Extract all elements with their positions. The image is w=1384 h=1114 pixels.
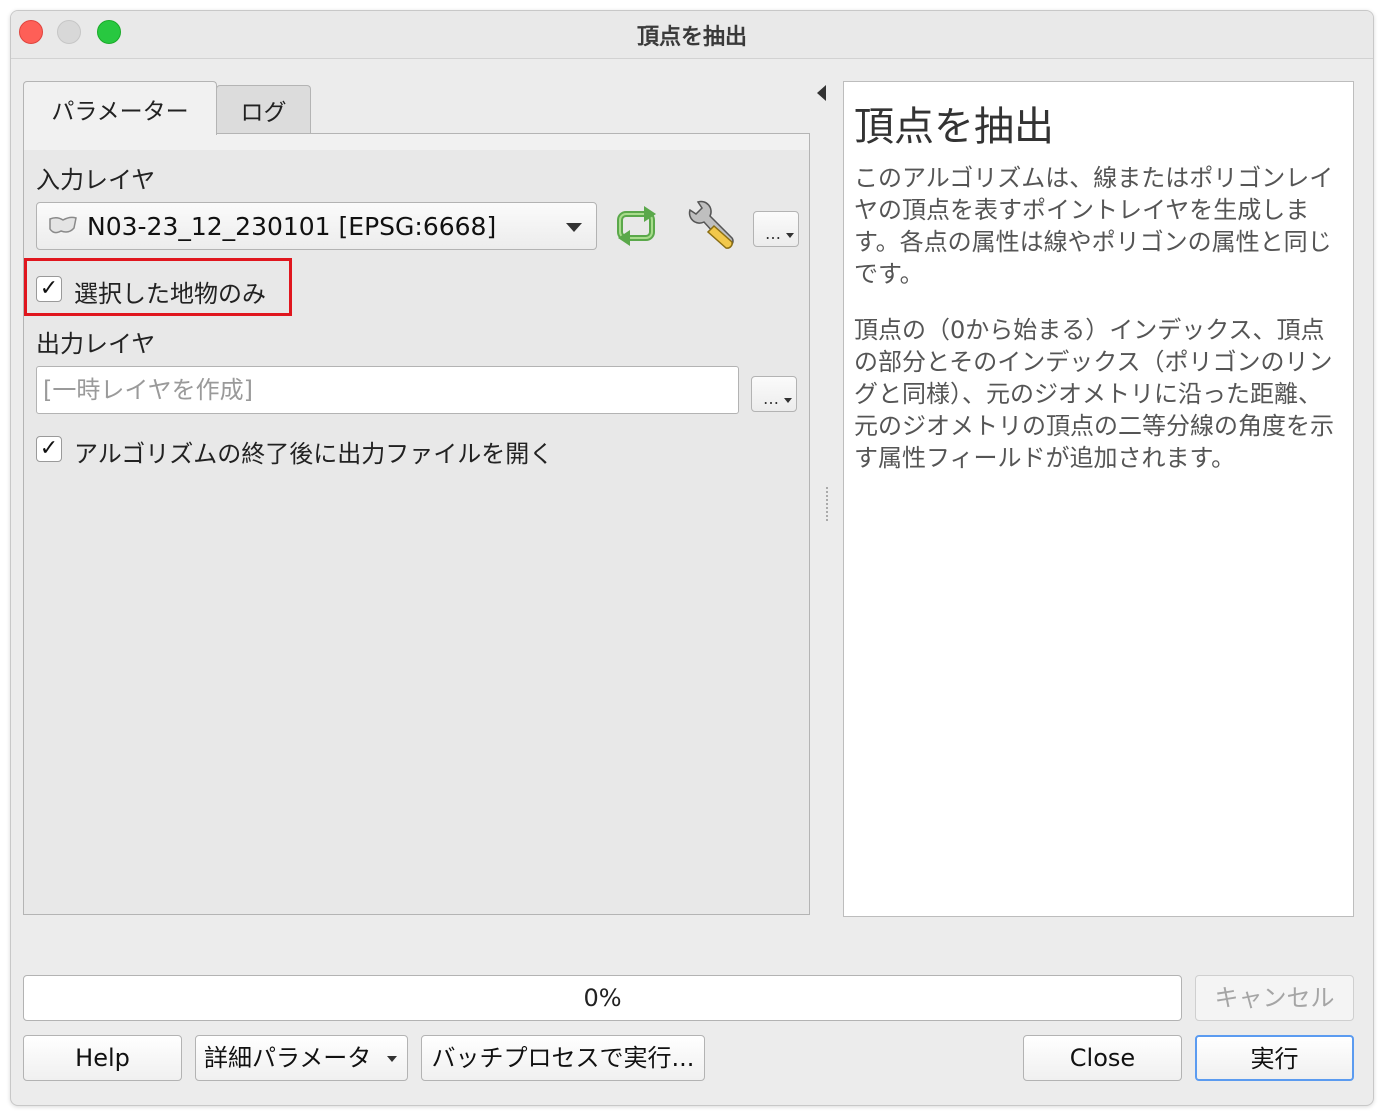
- tab-parameters[interactable]: パラメーター: [23, 81, 217, 135]
- batch-process-button[interactable]: バッチプロセスで実行...: [421, 1035, 705, 1081]
- selected-features-only-checkbox[interactable]: ✓: [36, 276, 62, 302]
- output-layer-label: 出力レイヤ: [36, 330, 156, 358]
- advanced-parameters-button[interactable]: 詳細パラメータ: [195, 1035, 408, 1081]
- polygon-layer-icon: [47, 214, 79, 242]
- selected-features-only-label: 選択した地物のみ: [74, 280, 266, 308]
- advanced-parameters-label: 詳細パラメータ: [204, 1044, 372, 1072]
- help-paragraph-2: 頂点の（0から始まる）インデックス、頂点の部分とそのインデックス（ポリゴンのリン…: [854, 316, 1334, 472]
- input-layer-label: 入力レイヤ: [36, 166, 156, 194]
- help-title: 頂点を抽出: [854, 104, 1054, 150]
- iterate-icon[interactable]: [614, 204, 662, 252]
- chevron-down-icon: [784, 398, 792, 403]
- wrench-icon[interactable]: [684, 200, 738, 256]
- window-title: 頂点を抽出: [636, 25, 747, 50]
- help-panel: 頂点を抽出 このアルゴリズムは、線またはポリゴンレイヤの頂点を表すポイントレイヤ…: [843, 81, 1354, 917]
- output-layer-options-button[interactable]: …: [751, 376, 797, 412]
- cancel-button[interactable]: キャンセル: [1195, 975, 1354, 1021]
- title-bar: 頂点を抽出: [11, 11, 1373, 59]
- progress-bar: 0%: [23, 975, 1182, 1021]
- help-paragraph-1: このアルゴリズムは、線またはポリゴンレイヤの頂点を表すポイントレイヤを生成します…: [854, 164, 1334, 288]
- input-layer-options-button[interactable]: …: [753, 211, 799, 247]
- tab-log[interactable]: ログ: [216, 85, 311, 133]
- dialog-window: 頂点を抽出 パラメーター ログ 入力レイヤ N03-23_12_230101 […: [10, 10, 1374, 1106]
- help-button[interactable]: Help: [23, 1035, 182, 1081]
- chevron-down-icon: [387, 1056, 397, 1062]
- chevron-down-icon: [786, 233, 794, 238]
- close-button[interactable]: Close: [1023, 1035, 1182, 1081]
- run-button[interactable]: 実行: [1195, 1035, 1354, 1081]
- open-output-checkbox[interactable]: ✓: [36, 436, 62, 462]
- splitter-handle[interactable]: [826, 487, 828, 521]
- collapse-arrow-icon[interactable]: [817, 85, 826, 101]
- output-layer-input[interactable]: [37, 367, 738, 413]
- input-layer-value: N03-23_12_230101 [EPSG:6668]: [87, 212, 497, 241]
- output-layer-field[interactable]: [36, 366, 739, 414]
- parameters-panel: 入力レイヤ N03-23_12_230101 [EPSG:6668] … ✓ 選…: [23, 133, 810, 915]
- input-layer-combobox[interactable]: N03-23_12_230101 [EPSG:6668]: [36, 202, 597, 250]
- open-output-label: アルゴリズムの終了後に出力ファイルを開く: [74, 440, 554, 468]
- chevron-down-icon: [566, 223, 582, 232]
